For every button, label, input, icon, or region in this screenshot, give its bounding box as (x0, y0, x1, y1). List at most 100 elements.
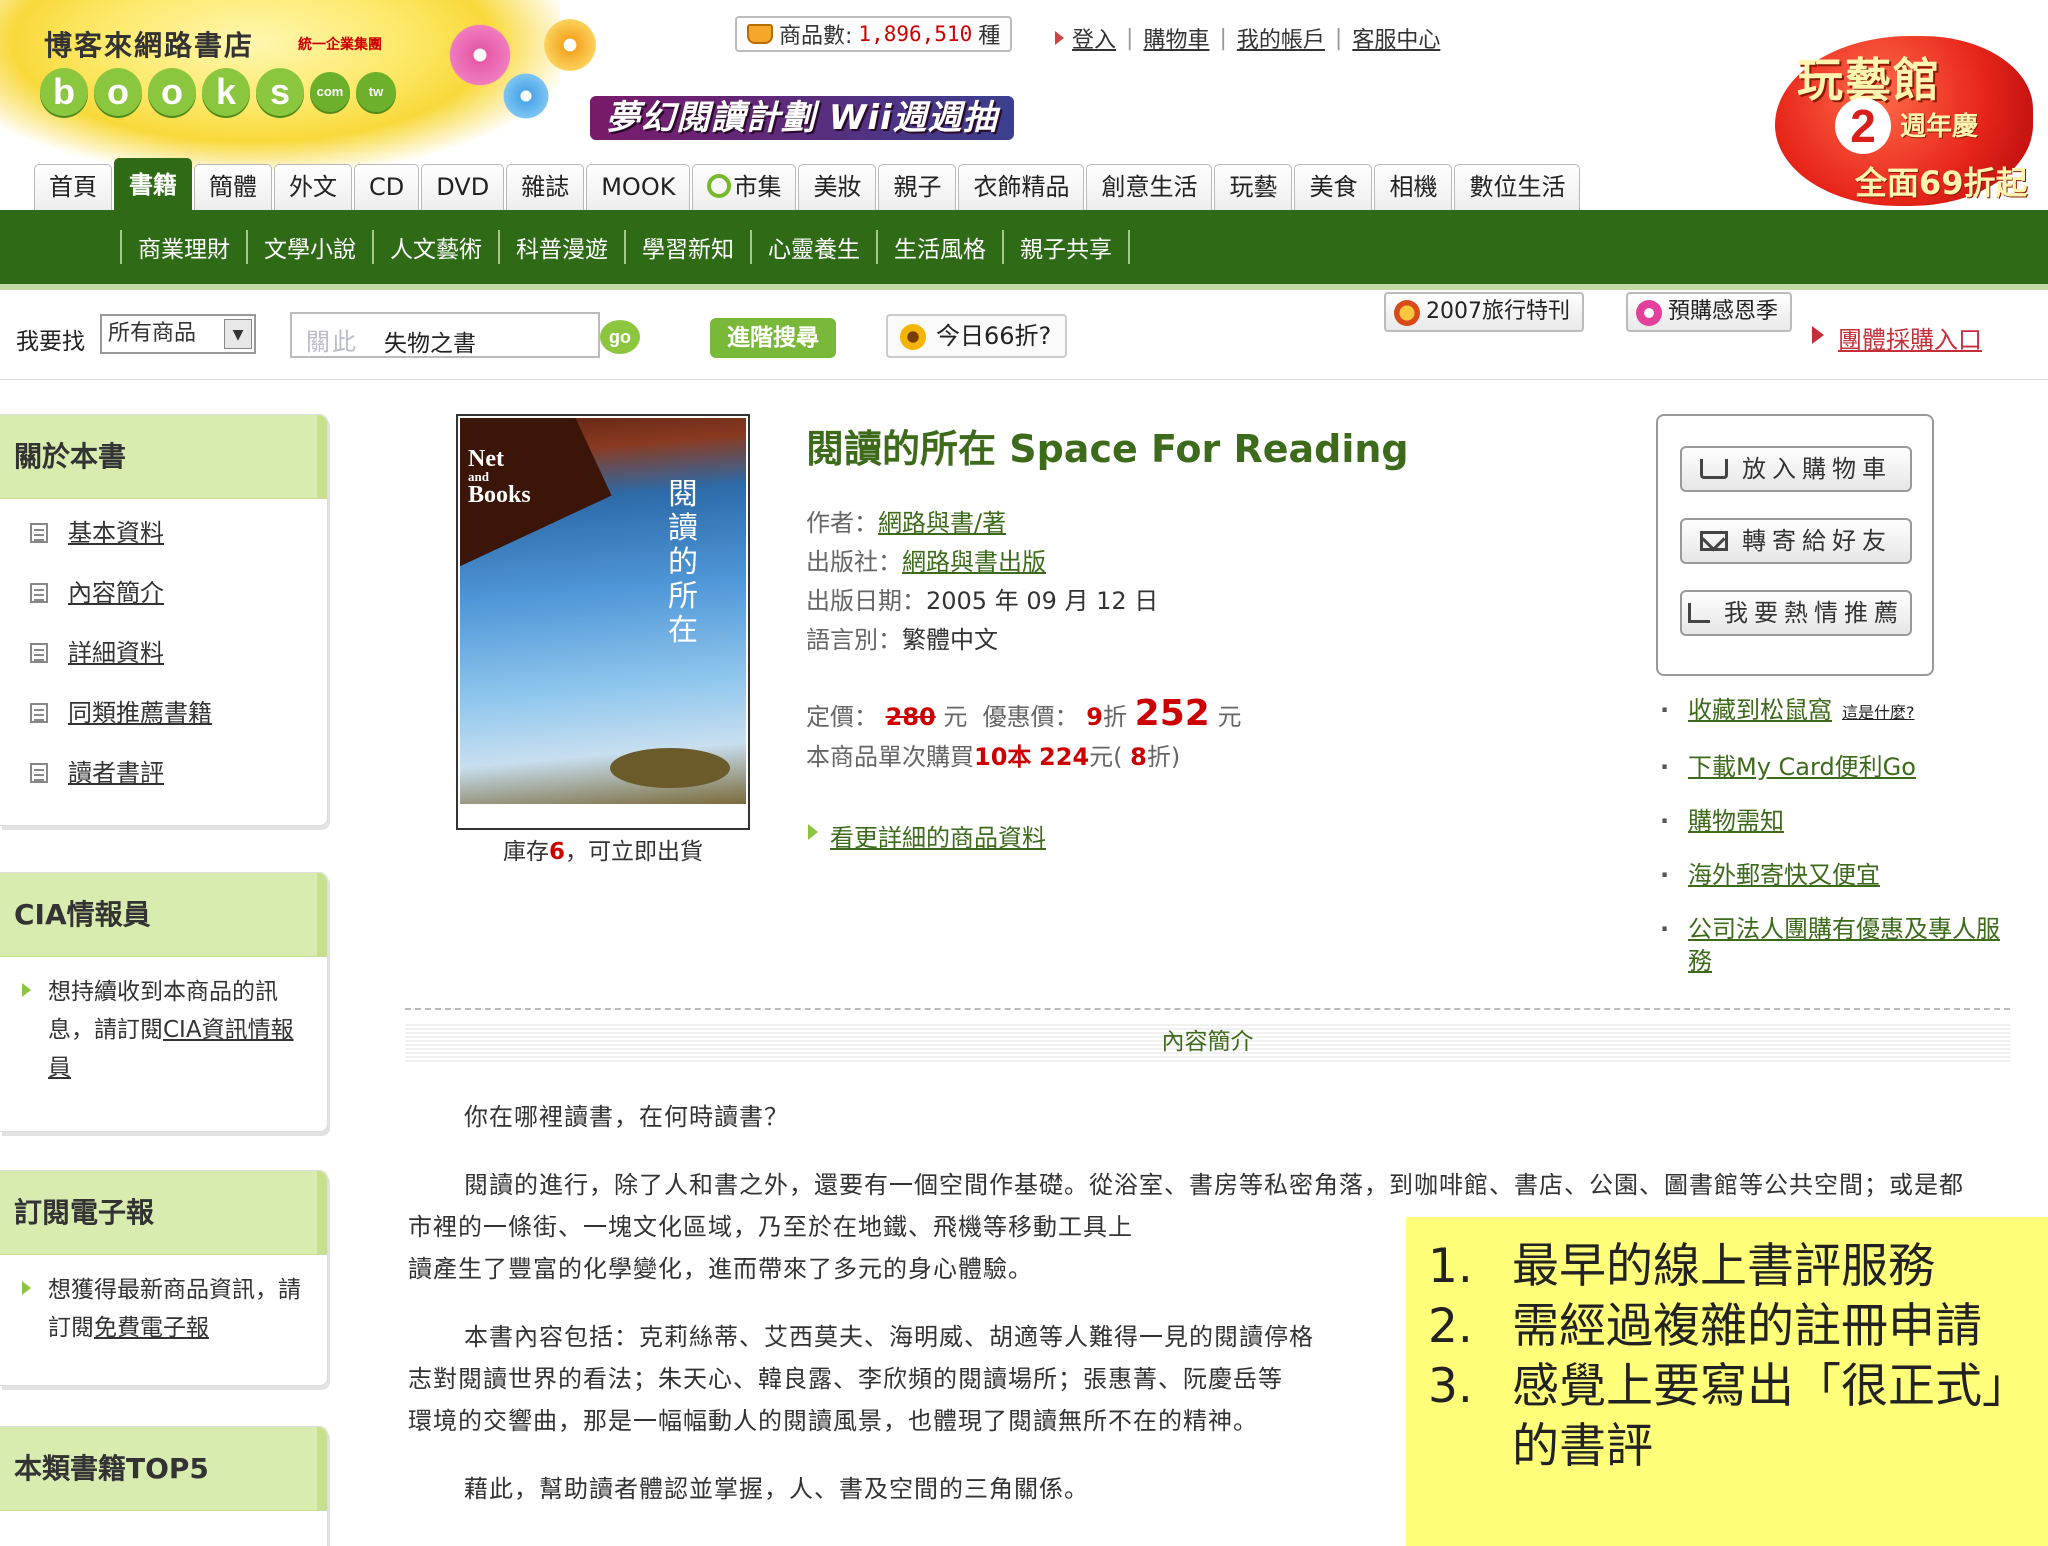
panel-title: 訂閱電子報 (0, 1171, 327, 1255)
publish-date: 2005 年 09 月 12 日 (926, 587, 1159, 615)
search-label: 我要找 (16, 329, 85, 355)
anniversary-number: 2 (1835, 98, 1891, 154)
logo-letter: b (40, 68, 88, 116)
mail-icon (1700, 531, 1728, 551)
logo-letter: k (202, 68, 250, 116)
anniversary-banner[interactable]: 玩藝館 2 週年慶 全面69折起 (1775, 36, 2033, 206)
site-logo[interactable]: b o o k s com tw (40, 68, 396, 116)
sidebar-item-details[interactable]: 詳細資料 (30, 633, 327, 693)
advanced-search-button[interactable]: 進階搜尋 (710, 318, 836, 358)
tab-digital[interactable]: 數位生活 (1454, 164, 1581, 210)
basket-icon (747, 24, 773, 44)
document-icon (30, 643, 48, 663)
user-links: 登入 | 購物車 | 我的帳戶 | 客服中心 (1055, 22, 1440, 54)
subnav-item[interactable]: 生活風格 (876, 230, 1002, 264)
tab-home[interactable]: 首頁 (34, 164, 112, 210)
tab-toys[interactable]: 玩藝 (1214, 164, 1293, 210)
market-icon (707, 174, 732, 198)
corporate-buy-link[interactable]: 公司法人團購有優惠及專人服務 (1688, 915, 2000, 975)
sidebar-item-basic-info[interactable]: 基本資料 (30, 513, 327, 573)
sidebar-item-similar[interactable]: 同類推薦書籍 (30, 693, 327, 753)
search-input[interactable]: 關此 失物之書 (290, 312, 600, 358)
anniversary-sub: 週年慶 (1900, 112, 1979, 142)
tab-market[interactable]: 市集 (692, 164, 797, 210)
tab-creative[interactable]: 創意生活 (1086, 164, 1213, 210)
language: 繁體中文 (902, 626, 998, 654)
tab-fashion[interactable]: 衣飾精品 (958, 164, 1085, 210)
search-bar: 我要找 所有商品 ▼ 關此 失物之書 go 進階搜尋 今日66折? 2007旅行… (0, 290, 2048, 380)
promo-banner[interactable]: 夢幻閱讀計劃 Wii週週抽 (590, 96, 1014, 140)
subnav-item[interactable]: 人文藝術 (372, 230, 498, 264)
discount-rate: 9 (1086, 703, 1103, 731)
tab-magazine[interactable]: 雜誌 (506, 164, 585, 210)
cover-brand: Net and Books (468, 446, 531, 508)
panel-title: 關於本書 (0, 415, 327, 499)
bookmark-link[interactable]: 收藏到松鼠窩 (1688, 696, 1832, 724)
today-deal-button[interactable]: 今日66折? (886, 314, 1068, 358)
flower-icon (1636, 300, 1662, 326)
category-select[interactable]: 所有商品 ▼ (100, 314, 256, 354)
support-link[interactable]: 客服中心 (1352, 22, 1440, 54)
subnav-item[interactable]: 文學小說 (246, 230, 372, 264)
travel-special-button[interactable]: 2007旅行特刊 (1384, 292, 1584, 332)
tab-mook[interactable]: MOOK (586, 164, 691, 210)
add-to-cart-button[interactable]: 放入購物車 (1680, 446, 1912, 492)
mycard-link[interactable]: 下載My Card便利Go (1688, 753, 1916, 781)
preorder-button[interactable]: 預購感恩季 (1626, 292, 1793, 332)
login-link[interactable]: 登入 (1072, 22, 1116, 54)
logo-letter: o (94, 68, 142, 116)
more-details-link[interactable]: 看更詳細的商品資料 (808, 818, 1046, 853)
divider (405, 1008, 2010, 1010)
tab-kids[interactable]: 親子 (878, 164, 957, 210)
whats-this-link[interactable]: 這是什麼? (1842, 703, 1915, 722)
subnav-item[interactable]: 科普漫遊 (498, 230, 624, 264)
account-link[interactable]: 我的帳戶 (1237, 22, 1325, 54)
arrow-right-icon (1055, 31, 1064, 45)
newsletter-subscribe-link[interactable]: 免費電子報 (94, 1315, 209, 1341)
arrow-right-icon (22, 983, 31, 997)
tab-camera[interactable]: 相機 (1374, 164, 1453, 210)
list-item: 收藏到松鼠窩這是什麼? (1660, 694, 2000, 729)
tab-cd[interactable]: CD (354, 164, 420, 210)
shopping-info-link[interactable]: 購物需知 (1688, 807, 1784, 835)
subnav-item[interactable]: 親子共享 (1002, 230, 1130, 264)
tab-books[interactable]: 書籍 (114, 158, 192, 210)
book-cover[interactable]: Net and Books 閱讀的所在 (456, 414, 750, 830)
subnav-item[interactable]: 商業理財 (120, 230, 246, 264)
search-hint: 關此 (306, 328, 358, 356)
publisher-link[interactable]: 網路與書出版 (902, 548, 1046, 576)
site-header: 博客來網路書店 統一企業集團 b o o k s com tw 商品數: 1,8… (0, 0, 2048, 210)
count-value: 1,896,510 (858, 22, 973, 46)
recommend-button[interactable]: 我要熱情推薦 (1680, 590, 1912, 636)
forward-to-friend-button[interactable]: 轉寄給好友 (1680, 518, 1912, 564)
chevron-down-icon: ▼ (224, 319, 252, 349)
tab-food[interactable]: 美食 (1294, 164, 1373, 210)
logo-tw: tw (356, 72, 396, 112)
list-price: 280 (885, 703, 936, 731)
tab-dvd[interactable]: DVD (421, 164, 505, 210)
cart-icon (1700, 459, 1728, 479)
sidebar-item-reviews[interactable]: 讀者書評 (30, 753, 327, 813)
search-go-button[interactable]: go (600, 320, 640, 354)
author-link[interactable]: 網路與書/著 (878, 509, 1006, 537)
sunflower-icon (900, 324, 926, 350)
tab-beauty[interactable]: 美妝 (798, 164, 877, 210)
anniversary-deal: 全面69折起 (1855, 164, 2028, 202)
group-buy-link[interactable]: 團體採購入口 (1812, 320, 1982, 355)
tab-simplified[interactable]: 簡體 (194, 164, 272, 210)
overseas-shipping-link[interactable]: 海外郵寄快又便宜 (1688, 861, 1880, 889)
logo-letter: o (148, 68, 196, 116)
logo-com: com (310, 72, 350, 112)
price-info: 定價： 280 元 優惠價： 9折 252 元 本商品單次購買10本 224元(… (806, 693, 1242, 772)
cart-link[interactable]: 購物車 (1143, 22, 1209, 54)
cover-title: 閱讀的所在 (668, 477, 698, 648)
description-paragraph: 你在哪裡讀書，在何時讀書？ (464, 1103, 789, 1131)
newsletter-panel: 訂閱電子報 想獲得最新商品資訊，請訂閱免費電子報 (0, 1170, 328, 1386)
logo-letter: s (256, 68, 304, 116)
tab-foreign[interactable]: 外文 (274, 164, 352, 210)
subnav-item[interactable]: 心靈養生 (750, 230, 876, 264)
sidebar-item-summary[interactable]: 內容簡介 (30, 573, 327, 633)
subnav-item[interactable]: 學習新知 (624, 230, 750, 264)
list-item: 海外郵寄快又便宜 (1660, 859, 2000, 891)
book-meta: 作者：網路與書/著 出版社：網路與書出版 出版日期：2005 年 09 月 12… (806, 509, 1159, 654)
